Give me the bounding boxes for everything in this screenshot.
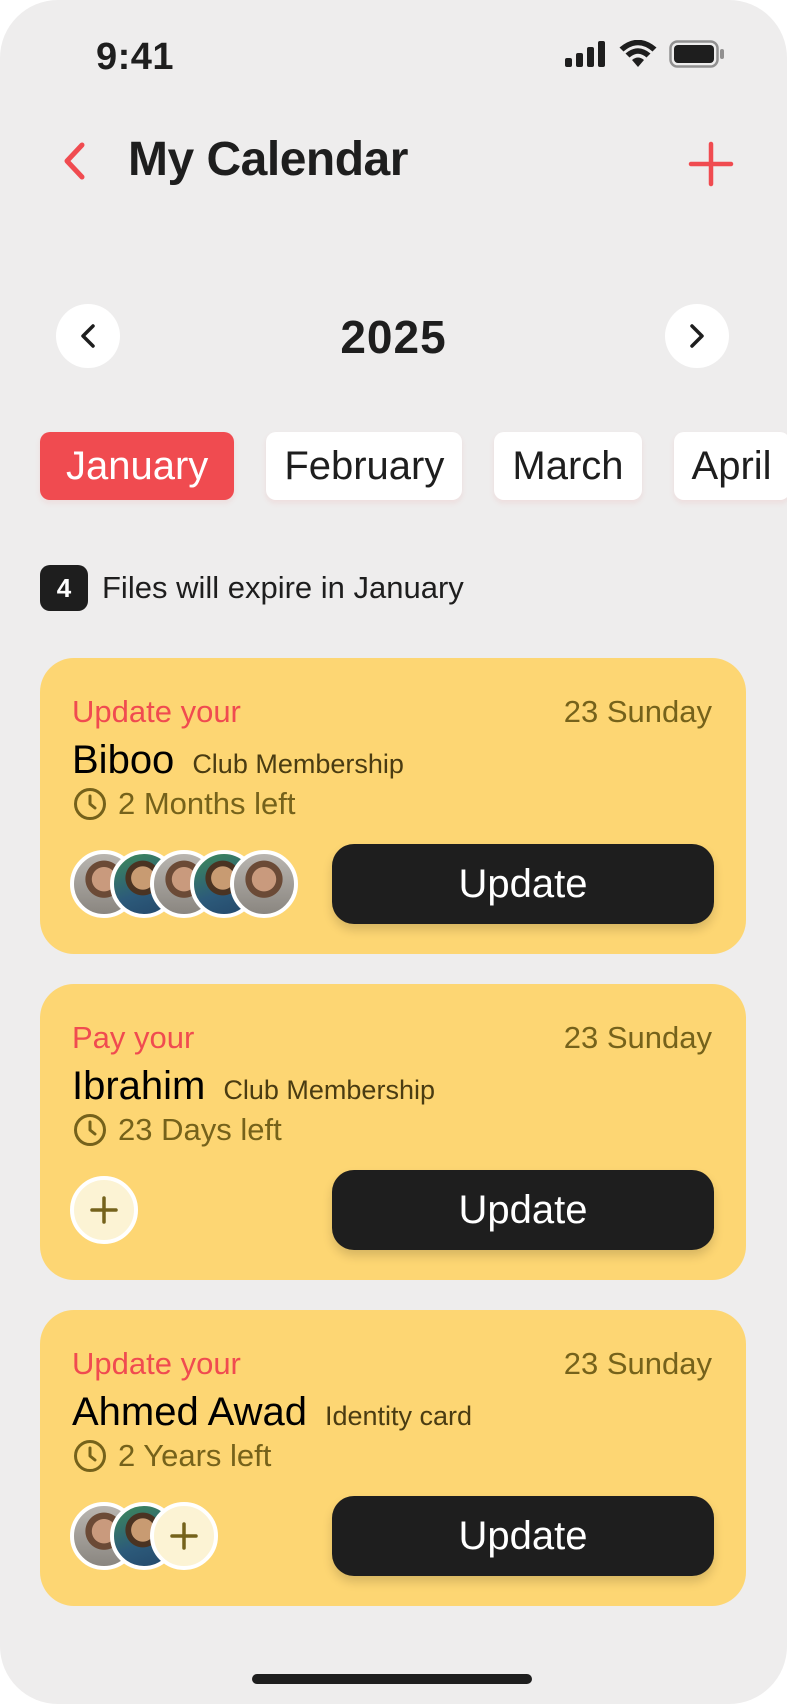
home-indicator[interactable]	[252, 1674, 532, 1684]
clock-icon	[74, 1114, 106, 1146]
add-member-button[interactable]	[150, 1502, 218, 1570]
document-card: Update your 23 Sunday Biboo Club Members…	[40, 658, 746, 954]
back-button[interactable]	[56, 138, 92, 184]
update-button[interactable]: Update	[332, 1496, 714, 1576]
card-document-type: Club Membership	[223, 1075, 435, 1105]
chevron-left-icon	[64, 142, 85, 180]
card-time-left-label: 23 Days left	[118, 1112, 282, 1147]
clock-icon	[74, 1440, 106, 1472]
card-name: Biboo	[72, 738, 175, 782]
chevron-right-icon	[690, 324, 704, 348]
card-action-label: Update your	[72, 694, 241, 729]
status-icons	[565, 40, 725, 68]
card-document-type: Identity card	[324, 1401, 473, 1431]
card-name-row: Biboo Club Membership	[72, 738, 404, 783]
card-action-label: Update your	[72, 1346, 241, 1381]
avatar[interactable]	[230, 850, 298, 918]
expiry-notice-text: Files will expire in January	[102, 570, 464, 605]
plus-icon	[170, 1522, 198, 1550]
status-time: 9:41	[96, 36, 175, 78]
month-tabs: January February March April	[40, 432, 787, 500]
card-date: 23 Sunday	[563, 1020, 712, 1055]
wifi-icon	[619, 40, 657, 67]
month-tab-march[interactable]: March	[494, 432, 642, 500]
card-action-label: Pay your	[72, 1020, 195, 1055]
next-year-button[interactable]	[665, 304, 729, 368]
month-tab-april[interactable]: April	[673, 432, 787, 500]
card-document-type: Club Membership	[192, 749, 404, 779]
card-time-left: 23 Days left	[72, 1112, 282, 1148]
add-button[interactable]	[685, 138, 737, 190]
card-time-left: 2 Years left	[72, 1438, 271, 1474]
card-name: Ibrahim	[72, 1064, 206, 1108]
add-member-button[interactable]	[70, 1176, 138, 1244]
card-name-row: Ahmed Awad Identity card	[72, 1390, 472, 1435]
plus-icon	[688, 141, 734, 187]
card-date: 23 Sunday	[563, 1346, 712, 1381]
card-name-row: Ibrahim Club Membership	[72, 1064, 435, 1109]
update-button[interactable]: Update	[332, 844, 714, 924]
card-time-left-label: 2 Years left	[118, 1438, 272, 1473]
card-date: 23 Sunday	[563, 694, 712, 729]
update-button[interactable]: Update	[332, 1170, 714, 1250]
plus-icon	[90, 1196, 118, 1224]
month-tab-january[interactable]: January	[40, 432, 235, 500]
document-card: Update your 23 Sunday Ahmed Awad Identit…	[40, 1310, 746, 1606]
battery-icon	[669, 40, 724, 68]
expiry-notice: 4 Files will expire in January	[40, 565, 464, 611]
clock-icon	[74, 788, 106, 820]
month-tab-february[interactable]: February	[266, 432, 463, 500]
document-card: Pay your 23 Sunday Ibrahim Club Membersh…	[40, 984, 746, 1280]
signal-icon	[565, 41, 605, 67]
phone-screen: 9:41 My Calendar 2025 January February M…	[0, 0, 787, 1704]
card-name: Ahmed Awad	[72, 1390, 307, 1434]
expiry-count-badge: 4	[40, 565, 88, 611]
card-time-left-label: 2 Months left	[118, 786, 296, 821]
page-title: My Calendar	[128, 133, 408, 186]
card-time-left: 2 Months left	[72, 786, 295, 822]
